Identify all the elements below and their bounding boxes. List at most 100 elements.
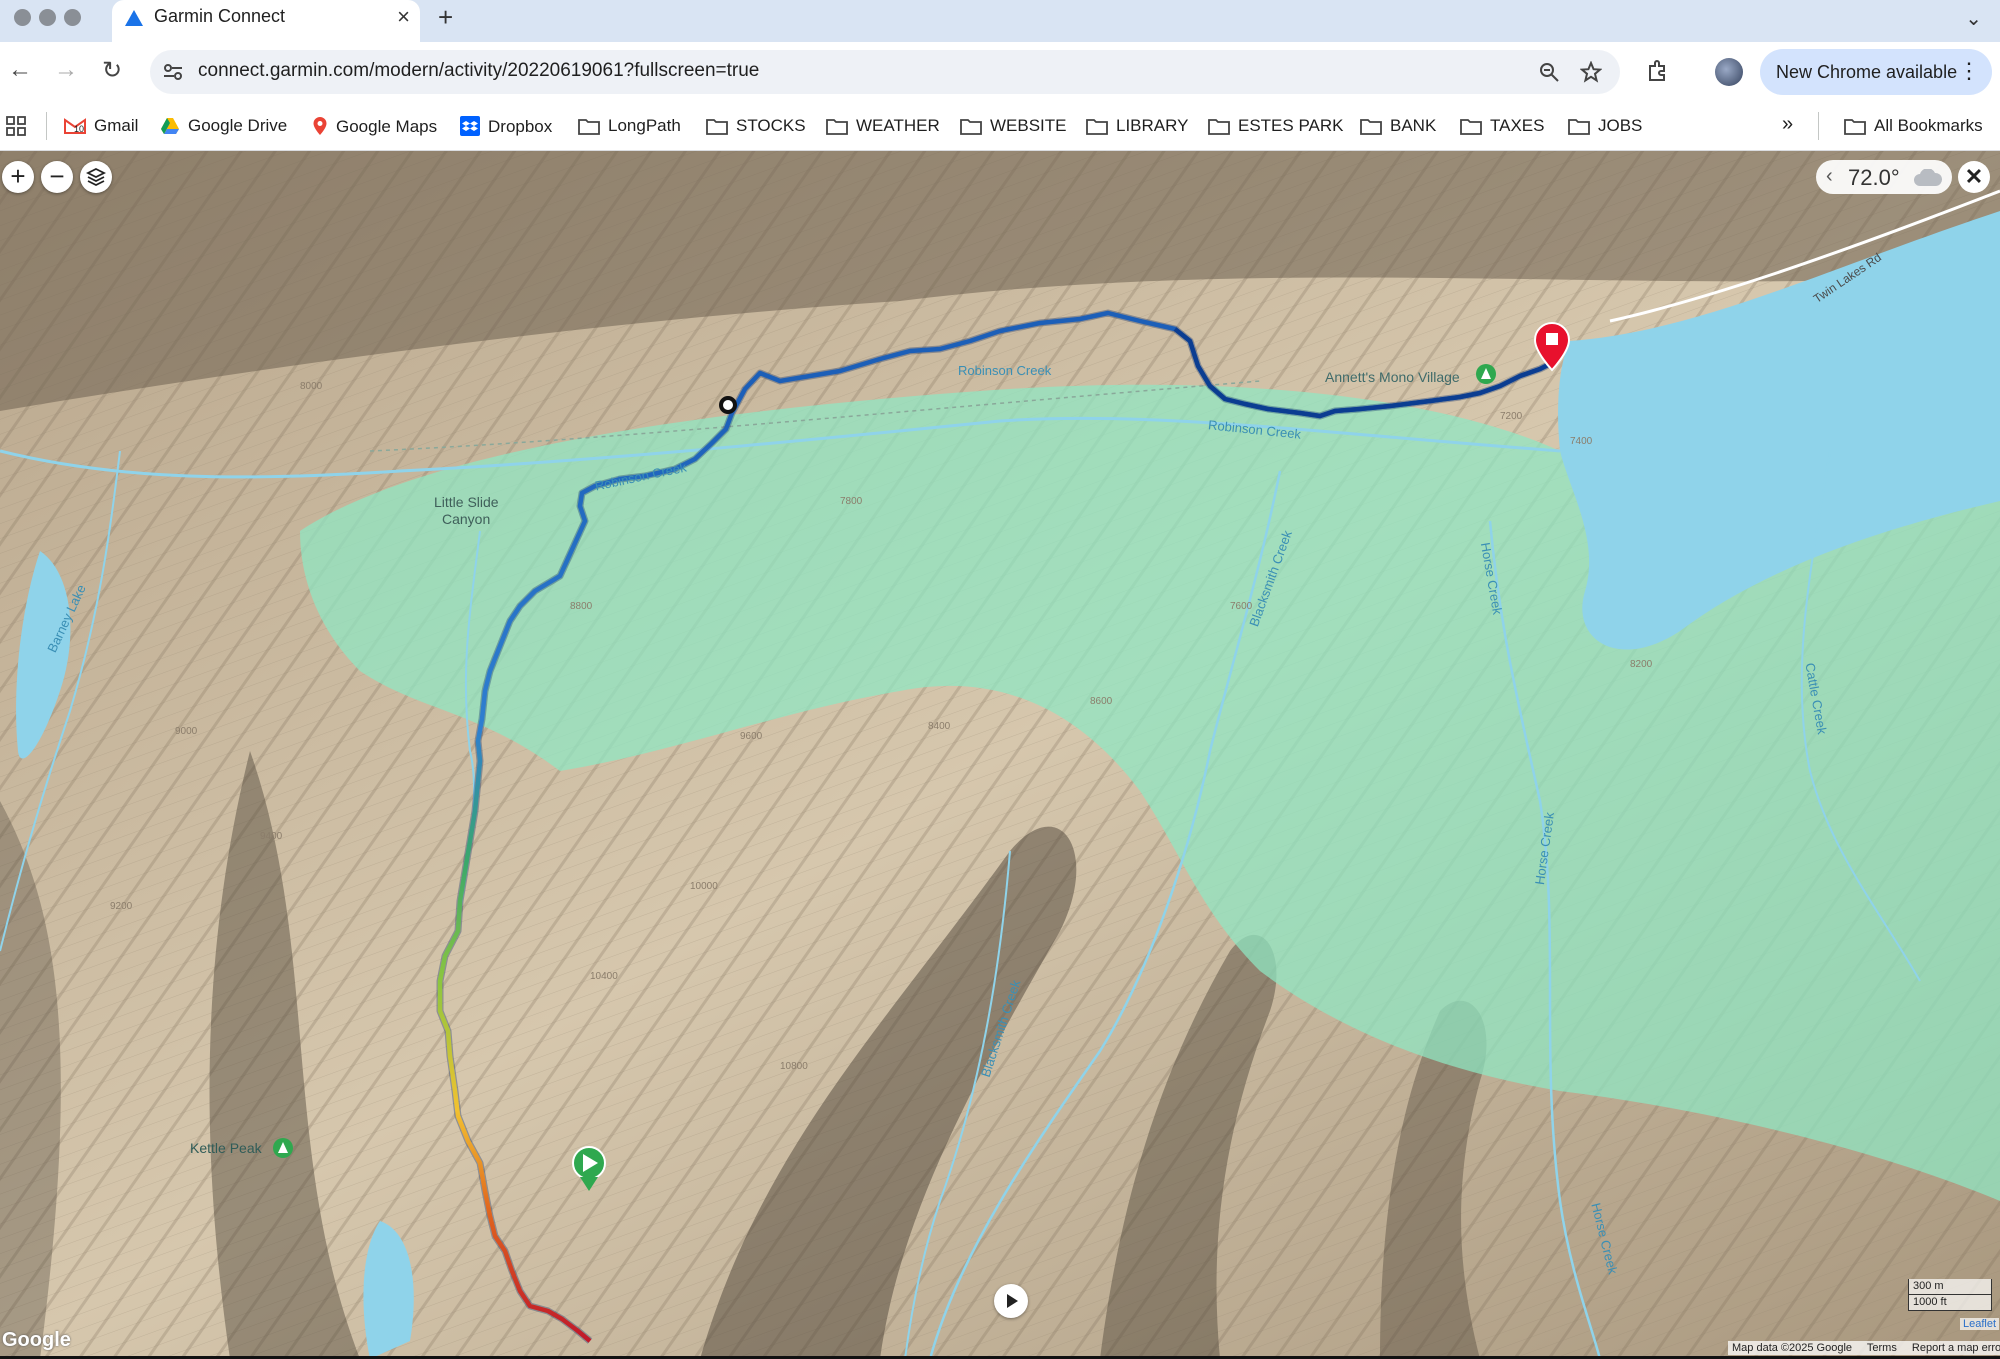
profile-avatar[interactable]: [1715, 58, 1743, 86]
terms-link[interactable]: Terms: [1867, 1342, 1897, 1354]
bookmark-google-maps[interactable]: Google Maps: [312, 116, 437, 138]
bookmark-folder-website[interactable]: WEBSITE: [960, 116, 1067, 138]
bookmark-gmail[interactable]: Gmail 10: [64, 116, 138, 138]
contour-label: 7600: [1230, 601, 1253, 612]
place-label-kettle-peak: Kettle Peak: [190, 1140, 262, 1156]
site-info-icon[interactable]: [162, 61, 184, 83]
zoom-icon[interactable]: [1538, 61, 1560, 83]
place-label-canyon: Canyon: [442, 511, 491, 527]
contour-label: 10800: [780, 1061, 808, 1072]
tab-close-icon[interactable]: ×: [397, 4, 410, 30]
window-zoom-dot[interactable]: [64, 9, 81, 26]
chevron-left-icon[interactable]: ‹: [1826, 165, 1833, 188]
bookmark-folder-longpath[interactable]: LongPath: [578, 116, 681, 138]
apps-grid-icon[interactable]: [6, 116, 26, 136]
bookmark-label: JOBS: [1598, 116, 1643, 135]
contour-label: 9400: [260, 831, 283, 842]
bookmark-separator: [1818, 112, 1819, 140]
active-tab[interactable]: Garmin Connect ×: [112, 0, 420, 42]
contour-label: 7800: [840, 496, 863, 507]
contour-label: 8200: [1630, 659, 1653, 670]
folder-icon: [826, 119, 848, 135]
bookmark-folder-bank[interactable]: BANK: [1360, 116, 1436, 138]
activity-map[interactable]: + − ‹ 72.0° ✕ Annett's Mono Village Litt…: [0, 151, 2000, 1359]
all-bookmarks-label: All Bookmarks: [1874, 116, 1983, 135]
bookmark-label: Google Maps: [336, 117, 438, 136]
garmin-logo-icon: [125, 10, 143, 26]
reload-icon[interactable]: ↻: [102, 56, 122, 85]
url-text[interactable]: connect.garmin.com/modern/activity/20220…: [198, 60, 759, 82]
contour-label: 8000: [300, 381, 323, 392]
zoom-out-button[interactable]: −: [41, 161, 73, 193]
weather-widget[interactable]: ‹ 72.0°: [1816, 160, 1952, 194]
bookmarks-bar: Gmail 10 Google Drive Google Maps Dropbo…: [0, 104, 2000, 151]
bookmark-folder-taxes[interactable]: TAXES: [1460, 116, 1544, 138]
contour-label: 8400: [928, 721, 951, 732]
window-close-dot[interactable]: [14, 9, 31, 26]
tab-title: Garmin Connect: [154, 6, 286, 26]
folder-icon: [1460, 119, 1482, 135]
browser-toolbar: ← → ↻ connect.garmin.com/modern/activity…: [0, 42, 2000, 104]
terrain-layer: [0, 151, 2000, 1359]
scale-metric: 300 m: [1908, 1279, 1992, 1295]
play-icon: [1007, 1294, 1018, 1308]
bookmark-folder-weather[interactable]: WEATHER: [826, 116, 940, 138]
layers-icon: [85, 167, 107, 187]
close-fullscreen-button[interactable]: ✕: [1958, 161, 1990, 193]
play-route-button[interactable]: [994, 1284, 1028, 1318]
new-tab-icon[interactable]: +: [438, 2, 453, 33]
folder-icon: [706, 119, 728, 135]
bookmark-label: WEBSITE: [990, 116, 1067, 135]
dropbox-icon: [460, 116, 480, 136]
gmail-badge: 10: [74, 124, 85, 134]
bookmark-label: Google Drive: [188, 116, 288, 135]
menu-dots-icon[interactable]: ⋮: [1958, 58, 1980, 84]
layers-button[interactable]: [80, 161, 112, 193]
bookmark-google-drive[interactable]: Google Drive: [160, 116, 287, 138]
tab-strip: Garmin Connect × + ⌄: [0, 0, 2000, 42]
bookmark-label: STOCKS: [736, 116, 806, 135]
extensions-icon[interactable]: [1645, 58, 1671, 84]
bookmark-label: TAXES: [1490, 116, 1545, 135]
zoom-in-button[interactable]: +: [2, 161, 34, 193]
leaflet-link[interactable]: Leaflet: [1960, 1318, 2000, 1330]
back-arrow-icon[interactable]: ←: [8, 56, 32, 84]
bookmark-label: Dropbox: [488, 117, 553, 136]
report-error-link[interactable]: Report a map error: [1912, 1342, 2000, 1354]
update-label: New Chrome available: [1776, 62, 1958, 82]
contour-label: 8800: [570, 601, 593, 612]
google-logo: Google: [2, 1329, 71, 1351]
bookmark-separator: [46, 112, 47, 140]
google-drive-icon: [161, 118, 179, 134]
contour-label: 7200: [1500, 411, 1523, 422]
folder-icon: [1360, 119, 1382, 135]
map-scale: 300 m 1000 ft: [1908, 1279, 1992, 1311]
bookmark-folder-estes-park[interactable]: ESTES PARK: [1208, 116, 1344, 138]
folder-icon: [960, 119, 982, 135]
map-attribution: Map data ©2025 Google Terms Report a map…: [1728, 1341, 2000, 1355]
folder-icon: [1208, 119, 1230, 135]
creek-label-robinson-1: Robinson Creek: [958, 363, 1052, 378]
bookmark-folder-stocks[interactable]: STOCKS: [706, 116, 806, 138]
bookmark-dropbox[interactable]: Dropbox: [460, 116, 552, 138]
bookmark-star-icon[interactable]: [1580, 61, 1602, 83]
tab-search-chevron-icon[interactable]: ⌄: [1965, 6, 1982, 31]
new-chrome-available-button[interactable]: New Chrome available ⋮: [1760, 49, 1992, 95]
bookmark-label: WEATHER: [856, 116, 940, 135]
all-bookmarks-button[interactable]: All Bookmarks: [1844, 116, 1983, 138]
folder-icon: [578, 119, 600, 135]
bookmark-label: Gmail: [94, 116, 139, 135]
weather-temperature: 72.0°: [1848, 165, 1900, 190]
folder-icon: [1086, 119, 1108, 135]
bookmark-folder-jobs[interactable]: JOBS: [1568, 116, 1642, 138]
more-bookmarks-chevron-icon[interactable]: »: [1782, 113, 1793, 135]
address-bar[interactable]: connect.garmin.com/modern/activity/20220…: [150, 50, 1620, 94]
bookmark-folder-library[interactable]: LIBRARY: [1086, 116, 1188, 138]
forward-arrow-icon[interactable]: →: [54, 56, 78, 84]
window-minimize-dot[interactable]: [39, 9, 56, 26]
bookmark-label: LIBRARY: [1116, 116, 1189, 135]
contour-label: 9000: [175, 726, 198, 737]
contour-label: 10400: [590, 971, 618, 982]
cloud-icon: [1914, 169, 1942, 186]
contour-label: 9600: [740, 731, 763, 742]
